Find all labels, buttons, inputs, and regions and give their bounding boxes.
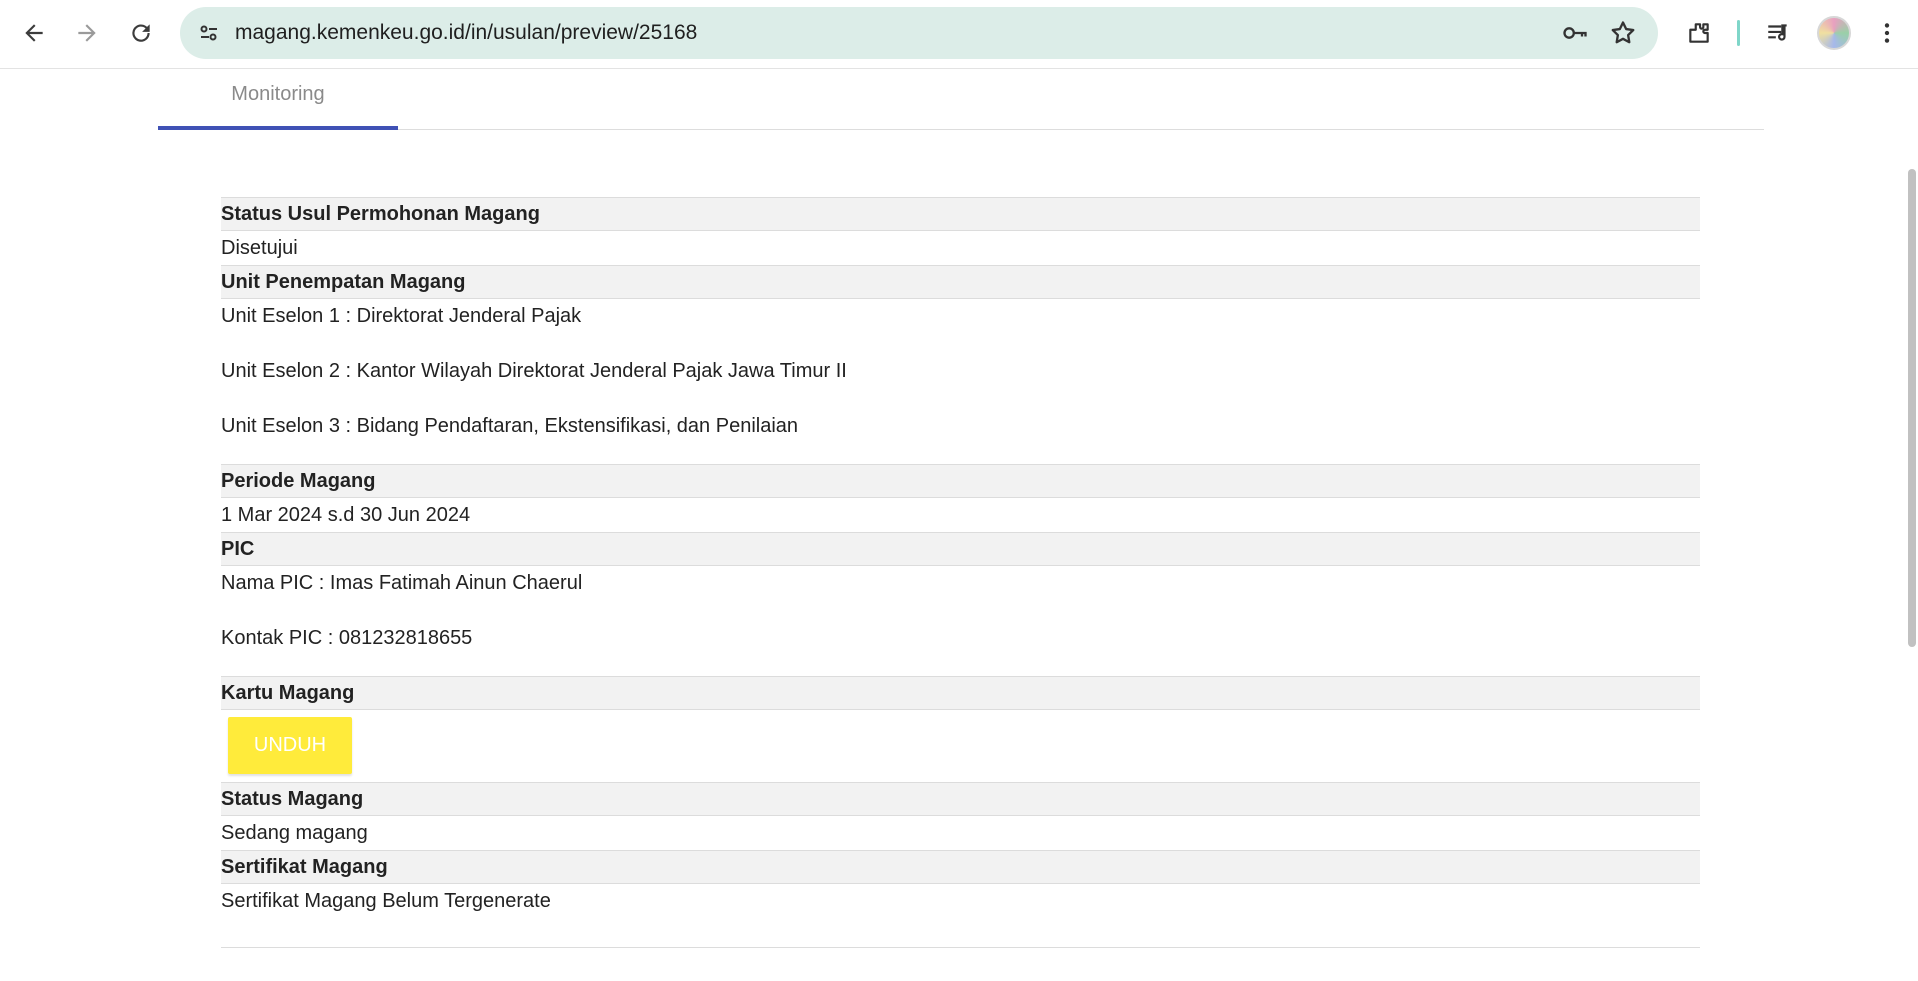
- reload-icon[interactable]: [121, 13, 161, 53]
- table-bottom-divider: [221, 947, 1700, 948]
- unit-eselon-3: Unit Eselon 3 : Bidang Pendaftaran, Ekst…: [221, 415, 799, 437]
- bookmark-star-icon[interactable]: [1606, 16, 1640, 50]
- unit-penempatan-heading: Unit Penempatan Magang: [221, 265, 1700, 299]
- url-text[interactable]: magang.kemenkeu.go.id/in/usulan/preview/…: [235, 7, 697, 59]
- site-settings-icon[interactable]: [192, 16, 226, 50]
- more-menu-icon[interactable]: [1867, 13, 1907, 53]
- status-usul-heading: Status Usul Permohonan Magang: [221, 197, 1700, 231]
- sertifikat-value: Sertifikat Magang Belum Tergenerate: [221, 890, 551, 912]
- status-magang-heading: Status Magang: [221, 782, 1700, 816]
- media-queue-icon[interactable]: [1758, 13, 1798, 53]
- status-usul-value: Disetujui: [221, 237, 298, 259]
- internship-detail-table: Status Usul Permohonan Magang Disetujui …: [221, 197, 1700, 948]
- pic-kontak: Kontak PIC : 081232818655: [221, 627, 473, 649]
- page-scrollbar[interactable]: [1904, 69, 1918, 981]
- sertifikat-heading: Sertifikat Magang: [221, 850, 1700, 884]
- extensions-icon[interactable]: [1679, 13, 1719, 53]
- pic-nama: Nama PIC : Imas Fatimah Ainun Chaerul: [221, 572, 583, 594]
- scrollbar-thumb[interactable]: [1908, 169, 1916, 647]
- tab-divider: [398, 129, 1764, 130]
- browser-toolbar: magang.kemenkeu.go.id/in/usulan/preview/…: [0, 0, 1918, 69]
- tab-monitoring[interactable]: Monitoring: [158, 70, 398, 130]
- back-icon[interactable]: [14, 13, 54, 53]
- toolbar-divider: [1737, 20, 1740, 46]
- unduh-button[interactable]: UNDUH: [228, 717, 352, 774]
- unit-eselon-2: Unit Eselon 2 : Kantor Wilayah Direktora…: [221, 360, 847, 382]
- kartu-button-row: UNDUH: [221, 710, 1700, 782]
- kartu-heading: Kartu Magang: [221, 676, 1700, 710]
- tab-active-indicator: [158, 126, 398, 130]
- profile-avatar[interactable]: [1817, 16, 1851, 50]
- status-magang-value: Sedang magang: [221, 822, 368, 844]
- periode-value: 1 Mar 2024 s.d 30 Jun 2024: [221, 504, 471, 526]
- unit-eselon-1: Unit Eselon 1 : Direktorat Jenderal Paja…: [221, 305, 582, 327]
- periode-heading: Periode Magang: [221, 464, 1700, 498]
- address-bar[interactable]: magang.kemenkeu.go.id/in/usulan/preview/…: [180, 7, 1658, 59]
- forward-icon[interactable]: [67, 13, 107, 53]
- password-key-icon[interactable]: [1558, 16, 1592, 50]
- pic-heading: PIC: [221, 532, 1700, 566]
